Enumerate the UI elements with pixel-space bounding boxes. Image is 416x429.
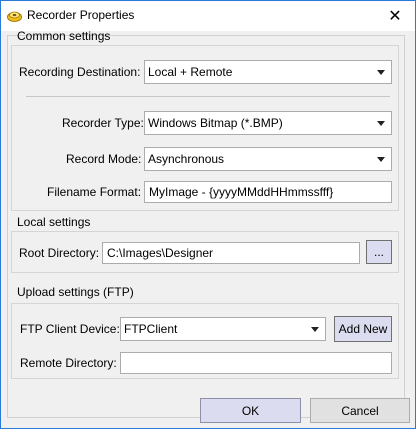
chevron-down-icon: [377, 121, 385, 126]
recorder-properties-window: Recorder Properties ✕ Common settings Re…: [0, 0, 416, 429]
ok-button[interactable]: OK: [200, 398, 301, 423]
cancel-label: Cancel: [341, 403, 379, 418]
root-directory-field[interactable]: C:\Images\Designer: [102, 242, 360, 264]
ftp-client-device-label: FTP Client Device:: [20, 322, 120, 336]
separator: [26, 96, 390, 97]
filename-format-field[interactable]: MyImage - {yyyyMMddHHmmssfff}: [144, 181, 392, 203]
add-new-label: Add New: [338, 322, 388, 336]
upload-settings-group: FTP Client Device: FTPClient Add New Rem…: [11, 303, 399, 379]
remote-directory-label: Remote Directory:: [20, 356, 117, 370]
local-settings-header: Local settings: [17, 215, 91, 229]
remote-directory-field[interactable]: [120, 352, 392, 374]
close-icon: ✕: [388, 8, 402, 25]
filename-format-label: Filename Format:: [47, 185, 142, 199]
add-new-button[interactable]: Add New: [334, 316, 392, 342]
local-settings-group: Root Directory: C:\Images\Designer ...: [11, 231, 399, 273]
filename-format-value: MyImage - {yyyyMMddHHmmssfff}: [149, 185, 334, 199]
ftp-client-device-combo[interactable]: FTPClient: [120, 317, 326, 341]
title-bar: Recorder Properties ✕: [1, 1, 415, 31]
close-button[interactable]: ✕: [375, 1, 415, 31]
chevron-down-icon: [377, 157, 385, 162]
window-title: Recorder Properties: [27, 8, 135, 22]
root-directory-value: C:\Images\Designer: [107, 246, 214, 260]
common-settings-group: Recording Destination: Local + Remote Re…: [11, 45, 399, 211]
recorder-type-label: Recorder Type:: [62, 116, 144, 130]
recorder-app-icon: [7, 11, 22, 22]
ftp-client-device-value: FTPClient: [124, 322, 178, 336]
browse-button[interactable]: ...: [366, 240, 392, 264]
record-mode-value: Asynchronous: [148, 152, 225, 166]
chevron-down-icon: [377, 70, 385, 75]
record-mode-combo[interactable]: Asynchronous: [144, 147, 392, 171]
browse-label: ...: [373, 245, 384, 259]
ok-label: OK: [241, 403, 260, 418]
common-settings-header: Common settings: [17, 29, 111, 43]
record-mode-label: Record Mode:: [66, 152, 142, 166]
root-directory-label: Root Directory:: [19, 246, 100, 260]
recorder-type-value: Windows Bitmap (*.BMP): [148, 116, 283, 130]
upload-settings-header: Upload settings (FTP): [17, 285, 134, 299]
recorder-type-combo[interactable]: Windows Bitmap (*.BMP): [144, 111, 392, 135]
chevron-down-icon: [311, 327, 319, 332]
recording-destination-combo[interactable]: Local + Remote: [144, 60, 392, 84]
recording-destination-label: Recording Destination:: [19, 65, 141, 79]
cancel-button[interactable]: Cancel: [310, 398, 410, 423]
recording-destination-value: Local + Remote: [148, 65, 233, 79]
dialog-body: Common settings Recording Destination: L…: [1, 29, 415, 428]
